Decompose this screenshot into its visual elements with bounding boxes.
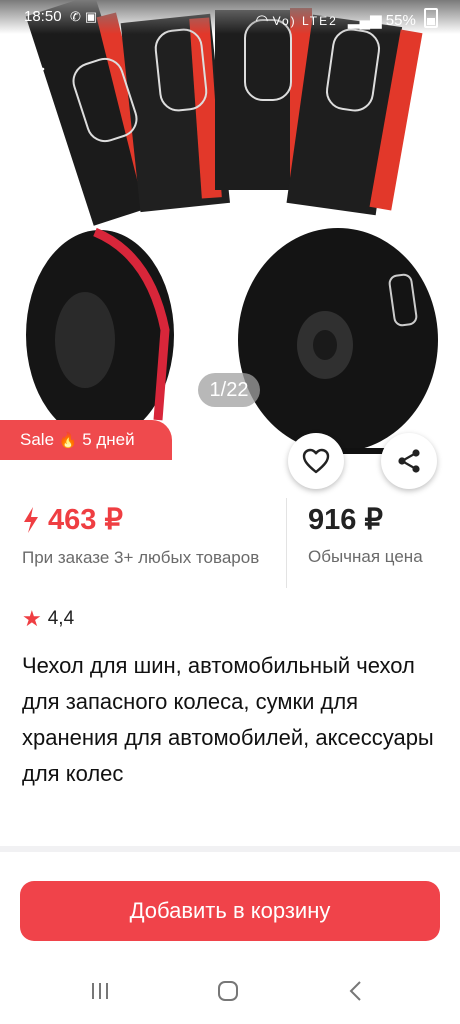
share-button[interactable] — [381, 433, 437, 489]
price-divider — [286, 498, 287, 588]
rating-value: 4,4 — [47, 608, 75, 629]
regular-price-value: 916 ₽ — [308, 504, 383, 536]
sale-days: 5 дней — [82, 430, 135, 449]
home-icon — [218, 981, 238, 1001]
discount-price-note: При заказе 3+ любых товаров — [22, 548, 260, 567]
recent-apps-icon — [92, 983, 108, 999]
discount-price: 463 ₽ — [22, 502, 262, 537]
rating[interactable]: ★ 4,4 — [22, 606, 74, 632]
add-to-cart-button[interactable]: Добавить в корзину — [20, 881, 440, 941]
wifi-icon: ◠ — [255, 12, 269, 29]
share-icon — [398, 449, 420, 473]
price-block: 463 ₽ При заказе 3+ любых товаров 916 ₽ … — [0, 492, 460, 592]
battery-label: 55% — [385, 12, 416, 29]
sale-badge: Sale 🔥 5 дней — [0, 420, 172, 460]
recent-apps-button[interactable] — [80, 980, 120, 1008]
star-icon: ★ — [22, 606, 42, 631]
fire-icon: 🔥 — [58, 432, 78, 449]
status-right: ◠ Vo) LTE2 ▂▄▆ 55% — [255, 8, 438, 29]
back-icon — [349, 981, 361, 1001]
heart-icon — [302, 448, 330, 474]
status-time: 18:50 — [24, 8, 62, 25]
image-counter: 1/22 — [198, 373, 260, 407]
battery-icon — [424, 8, 438, 28]
bulk-price: 463 ₽ При заказе 3+ любых товаров — [22, 502, 262, 569]
regular-price-note: Обычная цена — [308, 547, 423, 566]
network-label: Vo) LTE2 — [272, 14, 338, 28]
favorite-button[interactable] — [288, 433, 344, 489]
status-bar: 18:50 ✆▣ ◠ Vo) LTE2 ▂▄▆ 55% — [0, 0, 460, 34]
nav-back-button[interactable] — [336, 980, 376, 1008]
product-title: Чехол для шин, автомобильный чехол для з… — [22, 653, 434, 786]
back-button[interactable] — [20, 56, 52, 88]
sale-label: Sale — [20, 430, 55, 449]
discount-price-value: 463 ₽ — [48, 504, 123, 536]
home-button[interactable] — [208, 980, 248, 1008]
system-navigation-bar — [0, 960, 460, 1024]
section-divider — [0, 846, 460, 852]
lightning-icon — [24, 506, 38, 533]
arrow-left-icon — [21, 58, 45, 80]
notification-icons: ✆▣ — [70, 9, 102, 24]
signal-icon: ▂▄▆ — [347, 12, 382, 29]
regular-price: 916 ₽ Обычная цена — [308, 502, 458, 567]
